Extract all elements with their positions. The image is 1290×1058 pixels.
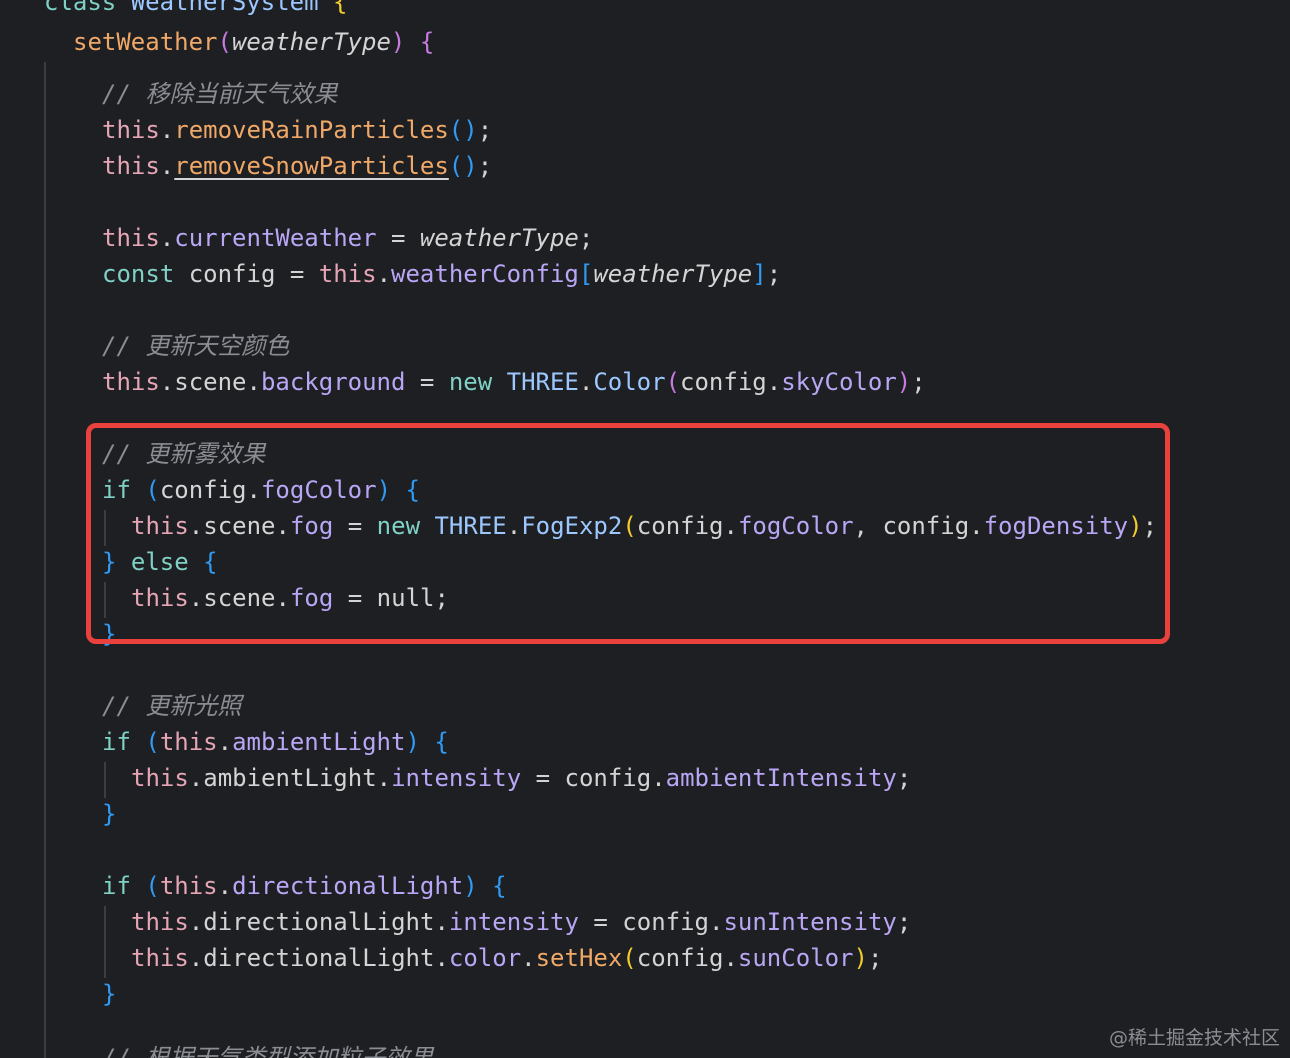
code-line: if (this.ambientLight) { <box>102 728 449 756</box>
code-line: this.currentWeather = weatherType; <box>102 224 594 252</box>
namespace: THREE <box>506 368 579 396</box>
if-keyword: if <box>102 872 131 900</box>
watermark: @稀土掘金技术社区 <box>1108 1027 1280 1049</box>
code-line: if (this.directionalLight) { <box>102 872 507 900</box>
comment-line: // 更新光照 <box>102 692 242 720</box>
scene-ref: scene <box>174 368 247 396</box>
this-keyword: this <box>102 224 160 252</box>
property: color <box>448 944 522 972</box>
variable: config <box>622 908 709 936</box>
property: background <box>260 368 406 396</box>
property: currentWeather <box>174 224 377 252</box>
this-keyword: this <box>131 944 189 972</box>
property: intensity <box>448 908 579 936</box>
object-ref: ambientLight <box>203 764 377 792</box>
this-keyword: this <box>102 368 160 396</box>
code-line: setWeather(weatherType) { <box>73 28 435 56</box>
variable: config <box>564 764 652 792</box>
indent-guide-if-ambient <box>104 762 106 798</box>
comment-line: // 更新天空颜色 <box>102 332 290 360</box>
class-ref: Color <box>593 368 666 396</box>
code-line: const config = this.weatherConfig[weathe… <box>102 260 782 288</box>
code-line: class WeatherSystem { <box>44 0 347 20</box>
method-call: removeRainParticles <box>174 116 449 144</box>
object-ref: directionalLight <box>203 908 435 936</box>
indent-guide-method <box>44 62 46 1058</box>
property: intensity <box>391 764 522 792</box>
property: sunColor <box>737 944 854 972</box>
variable: config <box>188 260 276 288</box>
variable: config <box>680 368 767 396</box>
method-name: setWeather <box>73 28 218 56</box>
property: sunIntensity <box>723 908 897 936</box>
this-keyword: this <box>102 152 160 180</box>
if-keyword: if <box>102 728 131 756</box>
code-line: } <box>102 800 117 828</box>
this-keyword: this <box>131 764 189 792</box>
property: weatherConfig <box>391 260 579 288</box>
indent-guide-if-directional <box>104 906 106 978</box>
this-keyword: this <box>159 872 218 900</box>
object-ref: directionalLight <box>203 944 435 972</box>
class-keyword: class <box>44 0 117 16</box>
code-line: this.directionalLight.intensity = config… <box>131 908 912 936</box>
const-keyword: const <box>102 260 175 288</box>
param-ref: weatherType <box>593 260 753 288</box>
this-keyword: this <box>159 728 218 756</box>
class-name: WeatherSystem <box>130 0 319 16</box>
variable: config <box>636 944 724 972</box>
code-line: this.removeSnowParticles(); <box>102 152 493 180</box>
comment-line: // 根据天气类型添加粒子效果 <box>102 1044 434 1058</box>
new-keyword: new <box>448 368 493 396</box>
property: directionalLight <box>232 872 464 900</box>
this-keyword: this <box>318 260 377 288</box>
code-line: this.directionalLight.color.setHex(confi… <box>131 944 883 972</box>
highlight-box <box>86 423 1170 644</box>
this-keyword: this <box>131 908 189 936</box>
param-name: weatherType <box>231 28 391 56</box>
this-keyword: this <box>102 116 160 144</box>
code-line: this.scene.background = new THREE.Color(… <box>102 368 926 396</box>
property: ambientLight <box>232 728 406 756</box>
code-line: this.removeRainParticles(); <box>102 116 493 144</box>
property: ambientIntensity <box>665 764 897 792</box>
property: skyColor <box>781 368 897 396</box>
method-call: removeSnowParticles <box>174 152 449 180</box>
method-call: setHex <box>535 944 623 972</box>
code-line: this.ambientLight.intensity = config.amb… <box>131 764 912 792</box>
code-editor[interactable]: class WeatherSystem { setWeather(weather… <box>0 0 1290 1058</box>
comment-line: // 移除当前天气效果 <box>102 80 338 108</box>
code-line: } <box>102 980 117 1008</box>
param-ref: weatherType <box>419 224 579 252</box>
